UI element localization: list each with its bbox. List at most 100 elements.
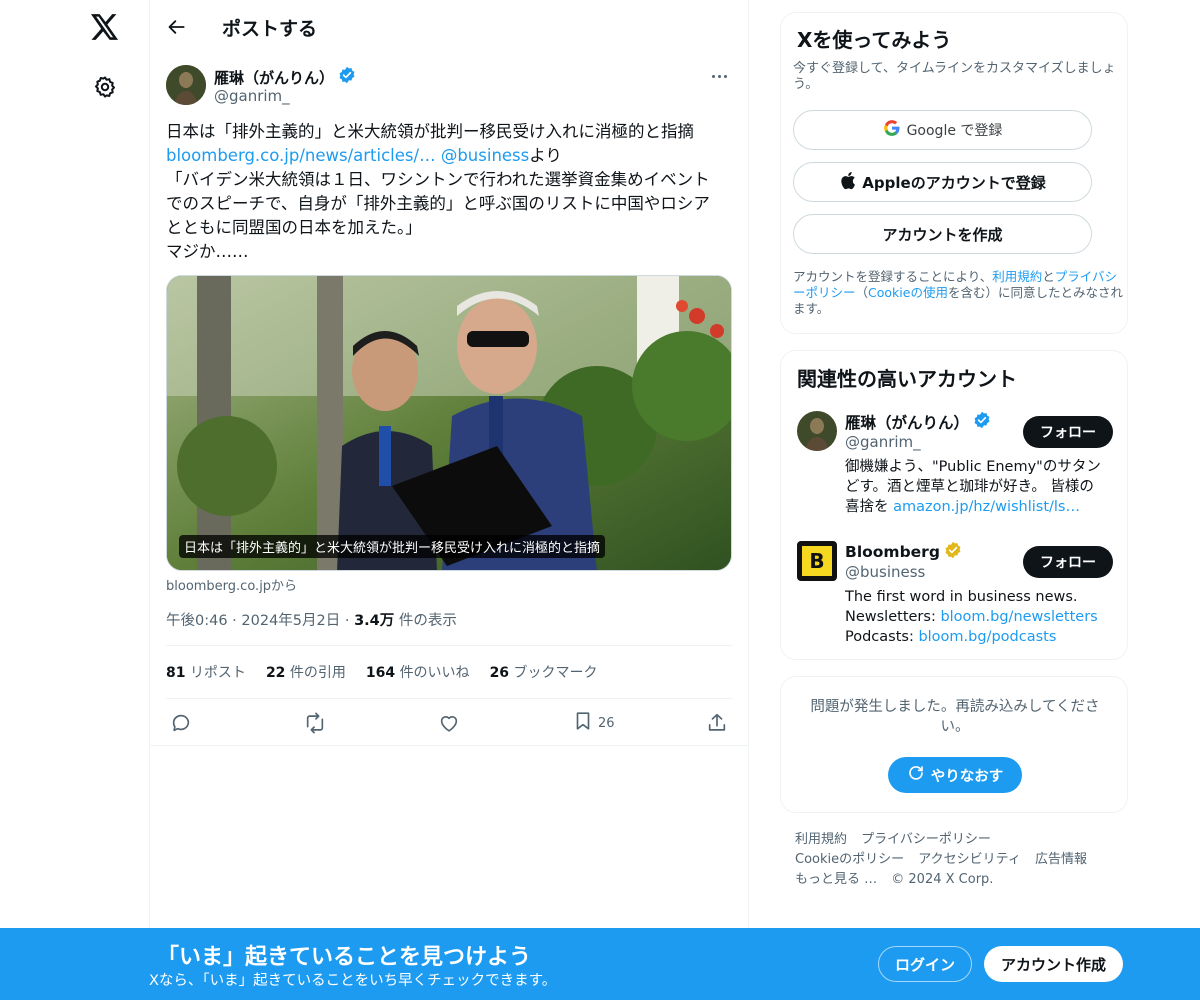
apple-icon bbox=[839, 171, 856, 194]
link-source[interactable]: bloomberg.co.jpから bbox=[166, 575, 297, 594]
retry-button[interactable]: やりなおす bbox=[888, 757, 1022, 793]
avatar[interactable] bbox=[797, 411, 837, 451]
post-mention[interactable]: @business bbox=[441, 146, 529, 165]
x-logo-icon[interactable] bbox=[88, 10, 122, 44]
media-caption: 日本は「排外主義的」と米大統領が批判ー移民受け入れに消極的と指摘 bbox=[179, 535, 606, 558]
account-name-text: 雁琳（がんりん） bbox=[845, 414, 970, 432]
likes-count: 164 bbox=[365, 665, 396, 681]
footer-more-link[interactable]: もっと見る … bbox=[795, 872, 877, 887]
reposts-stat[interactable]: 81 リポスト bbox=[166, 662, 246, 682]
post-text-line: 日本は「排外主義的」と米大統領が批判ー移民受け入れに消極的と指摘 bbox=[166, 122, 694, 141]
verified-gold-badge-icon bbox=[944, 541, 962, 563]
reply-icon[interactable] bbox=[170, 708, 192, 738]
bookmarks-count: 26 bbox=[489, 665, 510, 681]
divider bbox=[150, 745, 749, 746]
footer-accessibility-link[interactable]: アクセシビリティ bbox=[918, 852, 1021, 867]
bio-link[interactable]: bloom.bg/podcasts bbox=[918, 629, 1056, 645]
footer-copyright: © 2024 X Corp. bbox=[891, 872, 994, 887]
bio-link[interactable]: bloom.bg/newsletters bbox=[940, 609, 1097, 625]
bloomberg-logo: B bbox=[802, 546, 832, 576]
bio-line: 御機嫌よう、"Public Enemy"のサタン bbox=[845, 459, 1101, 475]
bio-line: Podcasts: bloom.bg/podcasts bbox=[845, 627, 1117, 647]
post-text-suffix: より bbox=[529, 146, 562, 165]
related-account-handle[interactable]: @business bbox=[845, 563, 925, 581]
banner-title: 「いま」起きていることを見つけよう bbox=[157, 945, 532, 970]
footer-ads-link[interactable]: 広告情報 bbox=[1035, 852, 1087, 867]
reposts-label: リポスト bbox=[189, 665, 246, 681]
related-account-name[interactable]: 雁琳（がんりん） bbox=[845, 411, 991, 433]
account-name-text: Bloomberg bbox=[845, 543, 940, 561]
author-handle[interactable]: @ganrim_ bbox=[214, 87, 290, 105]
signup-title: Xを使ってみよう bbox=[797, 28, 952, 52]
footer-cookie-link[interactable]: Cookieのポリシー bbox=[795, 852, 904, 867]
gear-icon[interactable] bbox=[89, 71, 121, 103]
footer-row: Cookieのポリシー アクセシビリティ 広告情報 bbox=[795, 850, 1125, 870]
legal-text: と bbox=[1042, 269, 1055, 284]
related-title: 関連性の高いアカウント bbox=[797, 367, 1017, 391]
signup-card: Xを使ってみよう 今すぐ登録して、タイムラインをカスタマイズしましょう。 Goo… bbox=[780, 12, 1128, 334]
error-message: 問題が発生しました。再読み込みしてください。 bbox=[810, 699, 1100, 735]
author-name-text: 雁琳（がんりん） bbox=[214, 68, 335, 87]
link-card-image[interactable]: 日本は「排外主義的」と米大統領が批判ー移民受け入れに消極的と指摘 bbox=[166, 275, 732, 571]
divider bbox=[166, 698, 732, 699]
post-text-line: bloomberg.co.jp/news/articles/… @busines… bbox=[166, 144, 736, 168]
footer-row: もっと見る … © 2024 X Corp. bbox=[795, 870, 1125, 890]
quotes-label: 件の引用 bbox=[289, 665, 346, 681]
bio-text: Podcasts: bbox=[845, 629, 914, 645]
bio-line: 喜捨を amazon.jp/hz/wishlist/ls… bbox=[845, 497, 1117, 517]
related-account[interactable]: 雁琳（がんりん） @ganrim_ フォロー 御機嫌よう、"Public Ene… bbox=[797, 411, 1117, 521]
follow-button[interactable]: フォロー bbox=[1023, 546, 1113, 578]
related-account-name[interactable]: Bloomberg bbox=[845, 541, 962, 563]
post-time[interactable]: 午後0:46 bbox=[166, 613, 228, 629]
footer-privacy-link[interactable]: プライバシーポリシー bbox=[861, 832, 991, 847]
bio-link[interactable]: amazon.jp/hz/wishlist/ls… bbox=[893, 499, 1080, 515]
related-account-handle[interactable]: @ganrim_ bbox=[845, 433, 921, 451]
terms-link[interactable]: 利用規約 bbox=[992, 269, 1042, 284]
google-signup-button[interactable]: Google で登録 bbox=[793, 110, 1092, 150]
page-title: ポストする bbox=[222, 18, 318, 40]
create-account-banner-button[interactable]: アカウント作成 bbox=[984, 946, 1123, 982]
reposts-count: 81 bbox=[166, 665, 186, 681]
bio-text: Newsletters: bbox=[845, 609, 936, 625]
signup-banner: 「いま」起きていることを見つけよう Xなら、「いま」起きていることをいち早くチェ… bbox=[0, 928, 1200, 1000]
post-link[interactable]: bloomberg.co.jp/news/articles/… bbox=[166, 146, 436, 165]
share-icon[interactable] bbox=[706, 708, 728, 738]
bio-line: The first word in business news. bbox=[845, 589, 1078, 605]
login-button[interactable]: ログイン bbox=[878, 946, 972, 982]
author-avatar[interactable] bbox=[166, 65, 206, 105]
apple-signup-button[interactable]: Appleのアカウントで登録 bbox=[793, 162, 1092, 202]
more-dots-icon[interactable] bbox=[704, 66, 734, 86]
likes-stat[interactable]: 164 件のいいね bbox=[366, 662, 470, 682]
post-text: 日本は「排外主義的」と米大統領が批判ー移民受け入れに消極的と指摘 bloombe… bbox=[166, 120, 736, 264]
back-arrow-icon[interactable] bbox=[162, 12, 192, 42]
create-account-button[interactable]: アカウントを作成 bbox=[793, 214, 1092, 254]
quotes-count: 22 bbox=[265, 665, 286, 681]
refresh-icon bbox=[907, 764, 925, 786]
banner-subtitle: Xなら、「いま」起きていることをいち早くチェックできます。 bbox=[149, 973, 557, 989]
google-icon bbox=[883, 119, 901, 141]
heart-icon[interactable] bbox=[438, 708, 460, 738]
related-account[interactable]: B Bloomberg @business フォロー The first wor… bbox=[797, 541, 1117, 651]
author-name[interactable]: 雁琳（がんりん） bbox=[214, 66, 356, 88]
quotes-stat[interactable]: 22 件の引用 bbox=[266, 662, 346, 682]
verified-badge-icon bbox=[973, 411, 991, 433]
related-accounts-card: 関連性の高いアカウント 雁琳（がんりん） @ganrim_ フォロー 御機嫌よう… bbox=[780, 350, 1128, 660]
repost-icon[interactable] bbox=[304, 708, 326, 738]
bookmark-button[interactable]: 26 bbox=[572, 708, 615, 738]
related-account-bio: 御機嫌よう、"Public Enemy"のサタン どす。酒と煙草と珈琲が好き。 … bbox=[845, 457, 1117, 517]
cookie-link[interactable]: Cookieの使用 bbox=[868, 285, 948, 300]
main-column: ポストする 雁琳（がんりん） @ganrim_ 日本は「排外主義的」と米大統領が… bbox=[150, 0, 749, 1000]
left-nav bbox=[0, 0, 150, 1000]
post-text-line: マジか…… bbox=[166, 242, 249, 261]
related-account-bio: The first word in business news. Newslet… bbox=[845, 587, 1117, 647]
bookmarks-stat[interactable]: 26 ブックマーク bbox=[490, 662, 598, 682]
meta-separator: · bbox=[344, 613, 350, 629]
google-signup-label: Google で登録 bbox=[906, 123, 1003, 139]
footer-row: 利用規約 プライバシーポリシー bbox=[795, 830, 1125, 850]
footer-terms-link[interactable]: 利用規約 bbox=[795, 832, 847, 847]
follow-button[interactable]: フォロー bbox=[1023, 416, 1113, 448]
error-card: 問題が発生しました。再読み込みしてください。 やりなおす bbox=[780, 676, 1128, 813]
post-date[interactable]: 2024年5月2日 bbox=[241, 613, 340, 629]
avatar[interactable]: B bbox=[797, 541, 837, 581]
post-text-line: 「バイデン米大統領は１日、ワシントンで行われた選挙資金集めイベント bbox=[166, 170, 710, 189]
